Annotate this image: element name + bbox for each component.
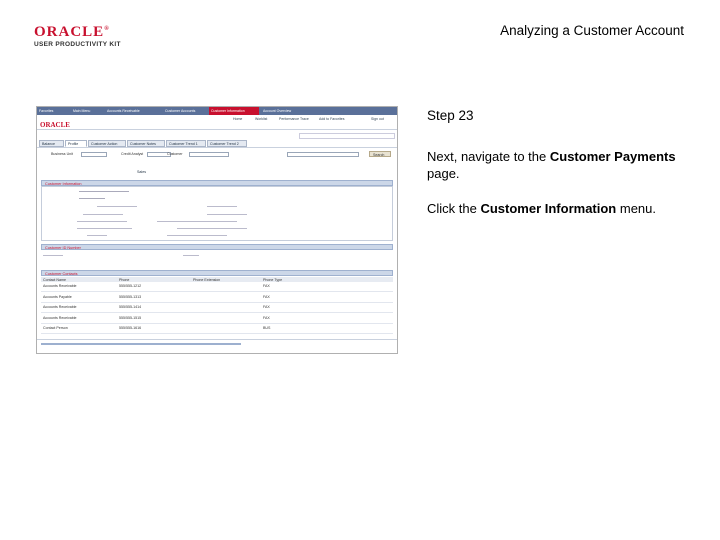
table-row-divider: [41, 312, 393, 313]
tab-profile[interactable]: Profile: [65, 140, 87, 147]
instruction-navigate-pre: Next, navigate to the: [427, 149, 550, 164]
customer-label: Customer: [167, 152, 183, 156]
table-cell[interactable]: Contact Person: [43, 326, 68, 330]
table-cell: 555/555-1414: [119, 305, 142, 309]
instruction-click-menu: Click the Customer Information menu.: [427, 200, 697, 217]
table-cell[interactable]: Accounts Receivable: [43, 316, 77, 320]
table-row-divider: [41, 322, 393, 324]
id-type-line: [43, 255, 63, 256]
nav-add-to-favorites[interactable]: Add to Favorites: [319, 117, 344, 121]
table-cell: 555/555-1515: [119, 315, 142, 320]
table-cell: 555/555-1212: [119, 284, 142, 288]
table-cell[interactable]: Accounts Receivable: [43, 284, 77, 288]
remit-line: [77, 228, 132, 229]
table-cell: FAX: [263, 294, 270, 299]
table-cell[interactable]: Accounts Receivable: [43, 305, 77, 309]
country-line: [83, 214, 123, 215]
city-line: [97, 206, 137, 207]
screenshot-menu-bar: Favorites Main Menu Accounts Receivable …: [37, 107, 397, 115]
footer-divider: [37, 339, 397, 340]
table-cell: BUS: [263, 326, 271, 330]
consolidated-line: [157, 221, 237, 222]
slide-title: Analyzing a Customer Account: [500, 23, 684, 38]
table-cell[interactable]: Accounts Payable: [43, 295, 72, 299]
tab-customer-trend-1[interactable]: Customer Trend 1: [166, 140, 206, 147]
nav-worklist[interactable]: Worklist: [255, 117, 267, 121]
contacts-col-contact-name: Contact Name: [43, 277, 66, 282]
instruction-click-post: menu.: [616, 201, 657, 216]
collection-line: [167, 235, 227, 236]
postal-line: [207, 214, 247, 215]
nav-performance-trace[interactable]: Performance Trace: [279, 117, 309, 121]
contacts-col-phone-extension: Phone Extension: [193, 277, 221, 282]
customer-contacts-header: Customer Contacts: [41, 270, 393, 276]
screenshot-oracle-logo: ORACLE: [40, 121, 70, 129]
instruction-navigate: Next, navigate to the Customer Payments …: [427, 148, 697, 182]
menu-favorites[interactable]: Favorites: [39, 109, 53, 113]
nav-sign-out[interactable]: Sign out: [371, 117, 384, 121]
step-number: Step 23: [427, 108, 474, 123]
footer-tab-links[interactable]: [41, 343, 241, 345]
application-screenshot: Favorites Main Menu Accounts Receivable …: [36, 106, 398, 354]
menu-account-overview[interactable]: Account Overview: [263, 109, 291, 113]
business-unit-label: Business Unit: [51, 152, 73, 156]
menu-customer-information-label: Customer Information: [211, 108, 245, 113]
search-button[interactable]: Search: [369, 151, 391, 157]
instruction-customer-payments: Customer Payments: [549, 149, 676, 164]
tab-customer-trend-2[interactable]: Customer Trend 2: [207, 140, 247, 147]
address-line: [79, 191, 129, 192]
receivable-line: [177, 228, 247, 229]
sales-label: Sales: [137, 170, 146, 174]
address-line: [79, 198, 105, 199]
credit-line: [87, 235, 107, 236]
menu-accounts-receivable[interactable]: Accounts Receivable: [107, 109, 140, 113]
nav-home[interactable]: Home: [233, 117, 242, 121]
id-value-line: [183, 255, 199, 256]
oracle-upk-logo: ORACLE USER PRODUCTIVITY KIT: [34, 22, 124, 49]
table-row-divider: [41, 301, 393, 303]
customer-name-dropdown[interactable]: [287, 152, 359, 157]
customer-id-header: Customer ID Number: [41, 244, 393, 250]
table-row-divider: [41, 291, 393, 292]
customer-input[interactable]: [189, 152, 229, 157]
state-line: [207, 206, 237, 207]
table-cell: FAX: [263, 284, 270, 288]
menu-customer-accounts[interactable]: Customer Accounts: [165, 109, 195, 113]
menu-main-menu[interactable]: Main Menu: [73, 109, 90, 113]
table-row-divider: [41, 333, 393, 334]
corporate-line: [77, 221, 127, 222]
new-window-links[interactable]: [299, 133, 395, 139]
table-cell: FAX: [263, 305, 270, 309]
customer-contacts-title: Customer Contacts: [45, 271, 78, 276]
menu-customer-information[interactable]: Customer Information: [209, 107, 259, 115]
contacts-col-phone-type: Phone Type: [263, 277, 283, 282]
tab-customer-notes[interactable]: Customer Notes: [127, 140, 165, 147]
header-divider: [37, 129, 397, 130]
search-button-label: Search: [373, 152, 385, 157]
table-cell: FAX: [263, 315, 270, 320]
customer-information-title: Customer Information: [45, 181, 82, 186]
credit-analyst-label: Credit Analyst: [121, 152, 144, 156]
contacts-column-header-row: Contact Name Phone Phone Extension Phone…: [41, 277, 393, 282]
tab-customer-action[interactable]: Customer Action: [88, 140, 126, 147]
logo-wordmark: ORACLE: [34, 22, 124, 40]
instruction-click-pre: Click the: [427, 201, 481, 216]
instruction-customer-information: Customer Information: [480, 201, 617, 216]
tab-divider: [37, 147, 397, 148]
business-unit-input[interactable]: [81, 152, 107, 157]
contacts-col-phone: Phone: [119, 277, 130, 282]
tab-balance[interactable]: Balance: [39, 140, 64, 147]
table-cell: 555/555-1313: [119, 294, 142, 299]
logo-subtitle: USER PRODUCTIVITY KIT: [34, 41, 121, 48]
instruction-navigate-post: page.: [427, 166, 460, 181]
table-cell: 555/555-1616: [119, 326, 142, 330]
customer-id-title: Customer ID Number: [45, 245, 81, 250]
